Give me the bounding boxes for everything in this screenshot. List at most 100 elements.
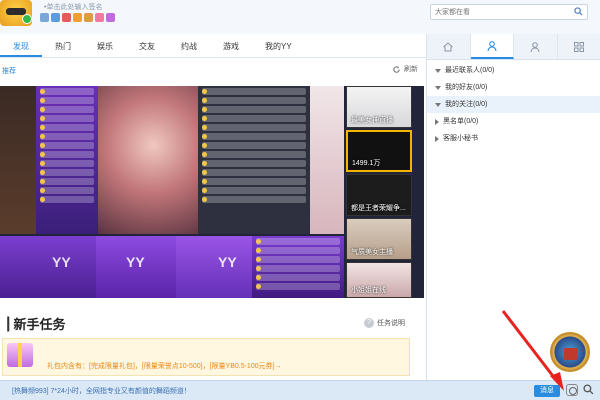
chat-line (256, 256, 340, 263)
collapse-arrow-icon (435, 135, 439, 142)
chat-line (202, 88, 306, 95)
recommend-link[interactable]: 推荐 (2, 66, 16, 76)
live-card[interactable]: 都是王者荣耀争... (346, 174, 412, 216)
message-button[interactable]: 消息 (534, 385, 560, 397)
vip-icon[interactable] (73, 13, 82, 22)
refresh-icon (393, 65, 400, 73)
search-box[interactable] (430, 4, 588, 20)
tab-discover[interactable]: 发现 (0, 36, 42, 57)
settings-icon[interactable] (566, 384, 578, 396)
contact-group-list: 最近联系人(0/0) 我的好友(0/0) 我的关注(0/0) 黑名单(0/0) … (427, 62, 600, 147)
search-input[interactable] (431, 5, 561, 19)
newbie-task-heading: | 新手任务 (6, 314, 66, 333)
task-help-link[interactable]: ? 任务说明 (364, 318, 405, 328)
group-label: 我的关注(0/0) (445, 101, 488, 108)
live-room-tile[interactable]: YY (0, 236, 96, 298)
tab-my-yy[interactable]: 我的YY (252, 36, 305, 57)
yy-watermark: YY (52, 254, 71, 270)
chat-line (202, 178, 306, 185)
chat-line (40, 115, 94, 122)
live-card-caption: 小姐姐在线 (351, 287, 386, 294)
noble-icon[interactable] (106, 13, 115, 22)
group-label: 黑名单(0/0) (443, 118, 479, 125)
chat-line (40, 124, 94, 131)
chat-line (40, 133, 94, 140)
heart-icon[interactable] (95, 13, 104, 22)
live-card[interactable]: 气质美女主播 (346, 218, 412, 260)
live-room-tile[interactable] (36, 86, 98, 234)
group-label: 我的好友(0/0) (445, 84, 488, 91)
newbie-task-title: 新手任务 (13, 317, 66, 332)
tab-hot[interactable]: 热门 (42, 36, 84, 57)
chat-line (202, 115, 306, 122)
diamond-icon[interactable] (51, 13, 60, 22)
chat-line (40, 196, 94, 203)
heading-bar: | (6, 314, 11, 332)
person-icon (487, 40, 497, 51)
group-my-follows[interactable]: 我的关注(0/0) (427, 96, 600, 113)
contacts-panel: 最近联系人(0/0) 我的好友(0/0) 我的关注(0/0) 黑名单(0/0) … (426, 34, 600, 380)
live-card-caption: 都是王者荣耀争... (351, 205, 406, 212)
channel-announcement[interactable]: [热舞频993] 7*24小时，全网指专业又有颜值的舞蹈频道！ (12, 386, 191, 396)
tab-group[interactable] (514, 34, 558, 59)
refresh-button[interactable]: 刷新 (392, 64, 418, 74)
tab-entertainment[interactable]: 娱乐 (84, 36, 126, 57)
online-status-icon (22, 14, 32, 24)
group-my-friends[interactable]: 我的好友(0/0) (427, 79, 600, 96)
group-icon (530, 41, 540, 52)
group-label: 客服小秘书 (443, 135, 478, 142)
gift-icon (7, 343, 33, 367)
group-customer-service[interactable]: 客服小秘书 (427, 130, 600, 147)
live-room-tile[interactable] (0, 86, 36, 234)
tab-home[interactable] (427, 34, 471, 59)
live-room-tile[interactable] (310, 86, 344, 234)
chat-line (40, 106, 94, 113)
gift-panel[interactable]: 礼包内含有：[完成限量礼包]，[限量荣誉点10-500]，[限量YB0.5-10… (2, 338, 410, 376)
user-badges (40, 13, 115, 22)
live-room-tile[interactable] (252, 236, 344, 298)
chat-line (256, 274, 340, 281)
search-icon[interactable] (583, 384, 594, 395)
live-room-tile[interactable] (198, 86, 310, 234)
top-header: •单击此处输入签名 (0, 0, 600, 34)
live-card[interactable]: 小姐姐在线 (346, 262, 412, 298)
live-card[interactable]: 最美女神直播 (346, 86, 412, 128)
chat-line (202, 124, 306, 131)
level-icon[interactable] (62, 13, 71, 22)
game-icon[interactable] (84, 13, 93, 22)
expand-arrow-icon (435, 102, 441, 107)
game-assistant-avatar[interactable] (550, 332, 590, 372)
live-room-tile[interactable]: YY (96, 236, 176, 298)
live-room-tile[interactable]: YY (176, 236, 252, 298)
signature-placeholder[interactable]: •单击此处输入签名 (44, 2, 102, 12)
task-help-label: 任务说明 (377, 320, 405, 327)
chat-line (40, 178, 94, 185)
collapse-arrow-icon (435, 118, 439, 125)
search-icon[interactable] (574, 7, 583, 16)
yy-watermark: YY (126, 254, 145, 270)
live-card-caption: 1499.1万 (352, 160, 381, 167)
chat-line (202, 160, 306, 167)
tab-battle[interactable]: 约战 (168, 36, 210, 57)
tab-social[interactable]: 交友 (126, 36, 168, 57)
chat-line (202, 142, 306, 149)
live-room-tile[interactable] (98, 86, 198, 234)
chat-line (40, 142, 94, 149)
chat-line (256, 238, 340, 245)
chat-line (202, 97, 306, 104)
group-blacklist[interactable]: 黑名单(0/0) (427, 113, 600, 130)
chat-line (202, 187, 306, 194)
tab-apps[interactable] (558, 34, 600, 59)
group-recent-contacts[interactable]: 最近联系人(0/0) (427, 62, 600, 79)
apps-grid-icon (573, 41, 584, 52)
badge-icon[interactable] (40, 13, 49, 22)
chat-line (202, 133, 306, 140)
status-bar: [热舞频993] 7*24小时，全网指专业又有颜值的舞蹈频道！ 消息 (0, 380, 600, 400)
chat-line (202, 169, 306, 176)
live-card[interactable]: 1499.1万 (346, 130, 412, 172)
tab-games[interactable]: 游戏 (210, 36, 252, 57)
chat-line (40, 97, 94, 104)
tab-contacts[interactable] (470, 34, 514, 59)
gift-description[interactable]: 礼包内含有：[完成限量礼包]，[限量荣誉点10-500]，[限量YB0.5-10… (47, 361, 282, 371)
refresh-label: 刷新 (404, 66, 418, 73)
